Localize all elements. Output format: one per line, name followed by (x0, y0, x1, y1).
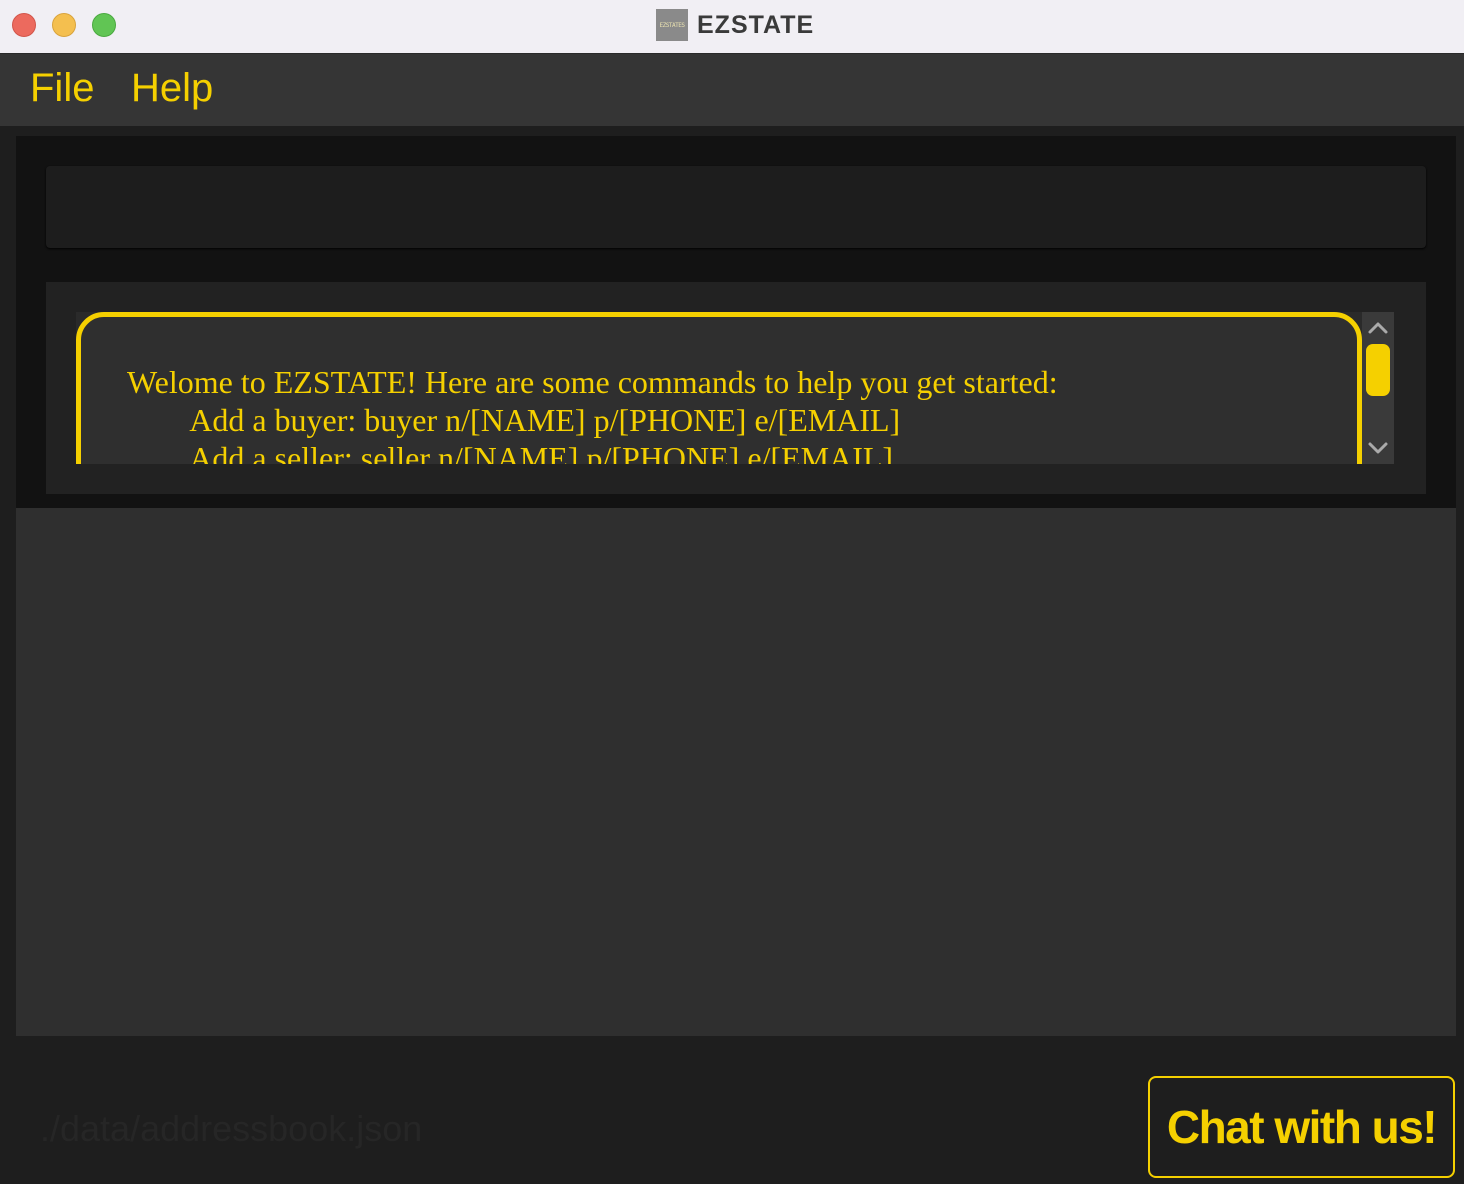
chat-with-us-button[interactable]: Chat with us! (1148, 1076, 1455, 1178)
scroll-up-icon[interactable] (1362, 314, 1394, 342)
scroll-thumb[interactable] (1366, 344, 1390, 396)
app-logo-text: EZSTATES (659, 21, 685, 29)
status-bar-path: ./data/addressbook.json (40, 1108, 423, 1149)
command-input[interactable] (46, 166, 1426, 248)
person-list-panel (16, 508, 1456, 1036)
window-title: EZSTATE (697, 10, 815, 39)
close-window-button[interactable] (12, 13, 36, 37)
result-display-text: Welome to EZSTATE! Here are some command… (127, 364, 1058, 464)
app-logo-icon: EZSTATES (656, 9, 688, 41)
menu-help[interactable]: Help (131, 66, 213, 111)
result-scrollbar[interactable] (1362, 312, 1394, 464)
zoom-window-button[interactable] (92, 13, 116, 37)
menu-file[interactable]: File (30, 66, 94, 111)
window-titlebar: EZSTATES EZSTATE (0, 0, 1464, 54)
minimize-window-button[interactable] (52, 13, 76, 37)
window-title-group: EZSTATES EZSTATE (656, 9, 814, 41)
scroll-down-icon[interactable] (1362, 434, 1394, 462)
result-display-card: Welome to EZSTATE! Here are some command… (76, 312, 1362, 464)
result-display-viewport[interactable]: Welome to EZSTATE! Here are some command… (76, 312, 1362, 464)
menu-bar: File Help (0, 54, 1464, 126)
